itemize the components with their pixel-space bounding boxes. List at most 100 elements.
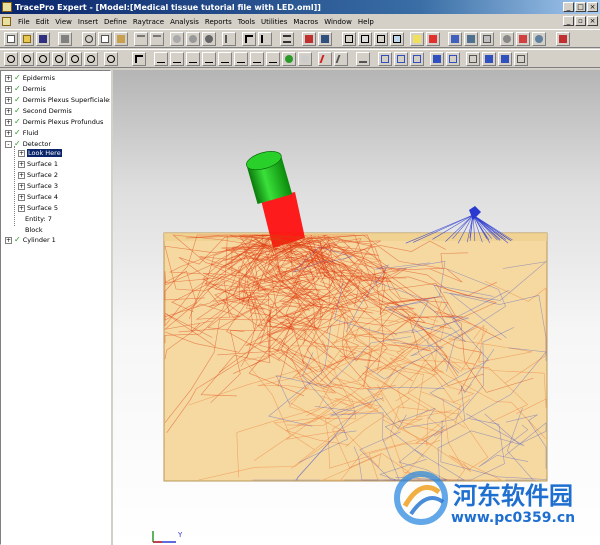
expand-icon[interactable]: +	[18, 182, 25, 190]
menu-view[interactable]: View	[52, 18, 75, 26]
doc-close-button[interactable]: ×	[587, 16, 598, 26]
tree-item-surface-2[interactable]: + Surface 2	[18, 170, 58, 180]
tree-item-dermis-plexus-profundus[interactable]: + ✓ Dermis Plexus Profundus	[5, 117, 103, 127]
zoom-in-button[interactable]	[4, 52, 18, 66]
zoom-all-button[interactable]	[52, 52, 66, 66]
view-back-button[interactable]	[234, 52, 248, 66]
expand-icon[interactable]: +	[18, 204, 25, 212]
tree-item-surface-4[interactable]: + Surface 4	[18, 192, 58, 202]
menu-define[interactable]: Define	[101, 18, 130, 26]
document-icon[interactable]	[2, 17, 11, 26]
doc-minimize-button[interactable]: _	[563, 16, 574, 26]
about-button[interactable]	[556, 32, 570, 46]
render3-button[interactable]	[202, 32, 216, 46]
shading-button[interactable]	[282, 52, 296, 66]
arrange-button[interactable]	[390, 32, 404, 46]
collapse-icon[interactable]: -	[5, 140, 12, 148]
tree-item-block[interactable]: Block	[25, 225, 43, 235]
tree-item-second-dermis[interactable]: + ✓ Second Dermis	[5, 106, 72, 116]
tree-item-surface-3[interactable]: + Surface 3	[18, 181, 58, 191]
view-side-button[interactable]	[250, 52, 264, 66]
undo-button[interactable]	[134, 32, 148, 46]
menu-edit[interactable]: Edit	[33, 18, 53, 26]
view-options-button[interactable]	[532, 32, 546, 46]
minimize-button[interactable]: _	[563, 2, 574, 12]
doc-restore-button[interactable]: ▫	[575, 16, 586, 26]
properties-button[interactable]	[280, 32, 294, 46]
candela-button[interactable]	[464, 32, 478, 46]
ray-sort-button[interactable]	[334, 52, 348, 66]
mirror-button[interactable]	[394, 52, 408, 66]
expand-icon[interactable]: +	[5, 236, 12, 244]
tree-item-surface-5[interactable]: + Surface 5	[18, 203, 58, 213]
tree-item-fluid[interactable]: + ✓ Fluid	[5, 128, 38, 138]
view-yz-button[interactable]	[170, 52, 184, 66]
help-button[interactable]	[302, 32, 316, 46]
menu-macros[interactable]: Macros	[290, 18, 321, 26]
menu-window[interactable]: Window	[321, 18, 355, 26]
pan-button[interactable]	[132, 52, 146, 66]
expand-icon[interactable]: +	[18, 149, 25, 157]
system-tree[interactable]: + ✓ Epidermis + ✓ Dermis + ✓ Dermis Plex…	[0, 70, 111, 545]
tree-item-dermis-plexus-superficiales[interactable]: + ✓ Dermis Plexus Superficiales	[5, 95, 110, 105]
material-property-button[interactable]	[446, 52, 460, 66]
menu-file[interactable]: File	[15, 18, 33, 26]
source-button[interactable]	[410, 32, 424, 46]
surface-property-button[interactable]	[430, 52, 444, 66]
options-button[interactable]	[500, 32, 514, 46]
fluorescence-button[interactable]	[498, 52, 512, 66]
tree-item-cylinder-1[interactable]: + ✓ Cylinder 1	[5, 235, 56, 245]
expand-icon[interactable]: +	[18, 171, 25, 179]
trace-button[interactable]	[426, 32, 440, 46]
edit-button[interactable]	[222, 32, 236, 46]
copy-button[interactable]	[98, 32, 112, 46]
tree-item-look-here[interactable]: + Look Here	[18, 148, 62, 158]
menu-insert[interactable]: Insert	[75, 18, 101, 26]
silhouette-button[interactable]	[298, 52, 312, 66]
zoom-extents-button[interactable]	[68, 52, 82, 66]
expand-icon[interactable]: +	[5, 129, 12, 137]
expand-icon[interactable]: +	[5, 85, 12, 93]
render2-button[interactable]	[186, 32, 200, 46]
tree-item-dermis[interactable]: + ✓ Dermis	[5, 84, 46, 94]
expand-icon[interactable]: +	[18, 160, 25, 168]
paste-button[interactable]	[114, 32, 128, 46]
tree-item-surface-1[interactable]: + Surface 1	[18, 159, 58, 169]
led-cylinder[interactable]	[244, 148, 293, 204]
irradiance-button[interactable]	[448, 32, 462, 46]
menu-analysis[interactable]: Analysis	[167, 18, 202, 26]
close-button[interactable]: ×	[587, 2, 598, 12]
cut-button[interactable]	[82, 32, 96, 46]
view-user-button[interactable]	[266, 52, 280, 66]
report-button[interactable]	[480, 32, 494, 46]
redo-button[interactable]	[150, 32, 164, 46]
open-button[interactable]	[20, 32, 34, 46]
select-object-button[interactable]	[258, 32, 272, 46]
rotate-button[interactable]	[104, 52, 118, 66]
menu-tools[interactable]: Tools	[235, 18, 258, 26]
expand-icon[interactable]: +	[5, 107, 12, 115]
ray-display-button[interactable]	[356, 52, 370, 66]
window-button[interactable]	[342, 32, 356, 46]
cascade-button[interactable]	[374, 32, 388, 46]
view-xz-button[interactable]	[186, 52, 200, 66]
zoom-window-button[interactable]	[36, 52, 50, 66]
expand-icon[interactable]: +	[5, 96, 12, 104]
view-xy-button[interactable]	[154, 52, 168, 66]
select-button[interactable]	[242, 32, 256, 46]
lens-button[interactable]	[378, 52, 392, 66]
shield-button[interactable]	[514, 52, 528, 66]
color-button[interactable]	[516, 32, 530, 46]
print-button[interactable]	[58, 32, 72, 46]
context-help-button[interactable]	[318, 32, 332, 46]
render-button[interactable]	[170, 32, 184, 46]
diffuser-button[interactable]	[482, 52, 496, 66]
raytrace-button[interactable]	[318, 52, 332, 66]
menu-reports[interactable]: Reports	[202, 18, 235, 26]
zoom-out-button[interactable]	[20, 52, 34, 66]
menu-utilities[interactable]: Utilities	[258, 18, 290, 26]
tree-item-epidermis[interactable]: + ✓ Epidermis	[5, 73, 55, 83]
new-button[interactable]	[4, 32, 18, 46]
view-iso-button[interactable]	[202, 52, 216, 66]
expand-icon[interactable]: +	[5, 118, 12, 126]
